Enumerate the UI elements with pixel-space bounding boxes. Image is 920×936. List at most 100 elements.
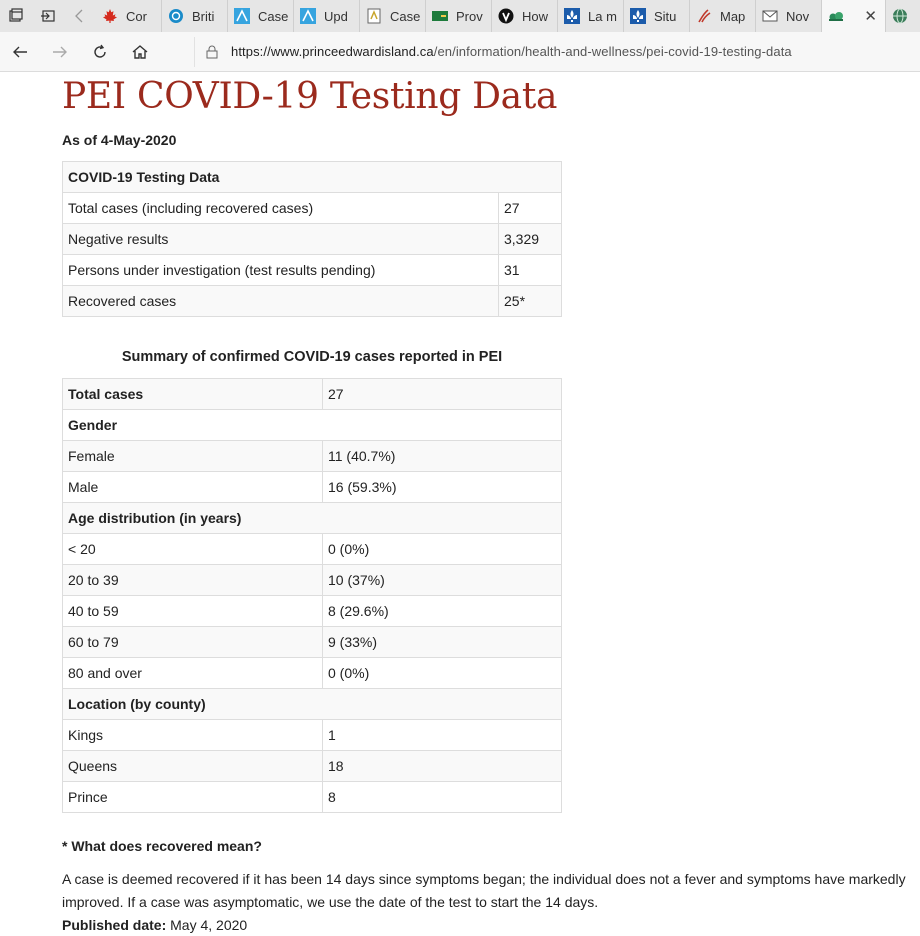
row-label: Negative results: [62, 223, 499, 255]
browser-tab[interactable]: Upd: [294, 0, 360, 32]
tab-label: Map: [720, 8, 746, 24]
scroll-tabs-left-button[interactable]: [64, 0, 96, 32]
row-value: 9 (33%): [322, 626, 562, 658]
tab-label: Case: [258, 8, 289, 24]
total-cases-label: Total cases: [62, 378, 323, 410]
table-row: Prince 8: [62, 781, 562, 813]
address-bar[interactable]: https://www.princeedwardisland.ca/en/inf…: [194, 36, 920, 67]
quebec-fleur-icon: [630, 8, 646, 24]
summary-caption: Summary of confirmed COVID-19 cases repo…: [121, 349, 503, 365]
row-value: 11 (40.7%): [322, 440, 562, 472]
recovered-answer: A case is deemed recovered if it has bee…: [62, 871, 906, 910]
document-icon: [366, 8, 382, 24]
chevron-left-icon: [75, 9, 83, 23]
tab-label: Cor: [126, 8, 147, 24]
set-tabs-aside-button[interactable]: [32, 0, 64, 32]
tab-manager-icon: [9, 8, 23, 22]
row-label: 60 to 79: [62, 626, 323, 658]
table-row: 20 to 39 10 (37%): [62, 564, 562, 596]
browser-tab[interactable]: Cor: [96, 0, 162, 32]
table-row: Negative results 3,329: [62, 223, 562, 255]
row-label: Female: [62, 440, 323, 472]
vpn-shield-icon: [498, 8, 514, 24]
quebec-fleur-icon: [564, 8, 580, 24]
row-label: Kings: [62, 719, 323, 751]
table-row: Female 11 (40.7%): [62, 440, 562, 472]
age-header: Age distribution (in years): [62, 502, 562, 534]
recovered-question: * What does recovered mean?: [62, 838, 262, 854]
row-label: Recovered cases: [62, 285, 499, 317]
arrow-right-icon: [53, 46, 67, 57]
section-header-row: Age distribution (in years): [62, 502, 562, 534]
row-label: 40 to 59: [62, 595, 323, 627]
tab-label: Situ: [654, 8, 677, 24]
browser-tab[interactable]: [886, 0, 916, 32]
arrow-left-icon: [13, 46, 27, 57]
row-label: Prince: [62, 781, 323, 813]
row-value: 25*: [498, 285, 562, 317]
summary-table: Total cases 27 Gender Female 11 (40.7%) …: [62, 378, 562, 813]
row-value: 0 (0%): [322, 657, 562, 689]
published-label: Published date:: [62, 917, 167, 933]
url-path: /en/information/health-and-wellness/pei-…: [433, 44, 792, 59]
tab-manager-button[interactable]: [0, 0, 32, 32]
alberta-icon: [300, 8, 316, 24]
row-label: Total cases (including recovered cases): [62, 192, 499, 224]
lock-icon: [206, 45, 218, 58]
table-row: Persons under investigation (test result…: [62, 254, 562, 286]
browser-tab[interactable]: Nov: [756, 0, 822, 32]
tab-label: La m: [588, 8, 617, 24]
table-row: Kings 1: [62, 719, 562, 751]
browser-tab[interactable]: Case: [360, 0, 426, 32]
close-tab-icon[interactable]: ✕: [864, 7, 877, 25]
row-value: 8 (29.6%): [322, 595, 562, 627]
browser-tab-active[interactable]: ✕: [822, 0, 886, 32]
table-row: Recovered cases 25*: [62, 285, 562, 317]
browser-tab[interactable]: Case: [228, 0, 294, 32]
alberta-icon: [234, 8, 250, 24]
published-date: Published date: May 4, 2020: [62, 914, 912, 936]
table-row: Total cases (including recovered cases) …: [62, 192, 562, 224]
row-value: 10 (37%): [322, 564, 562, 596]
browser-tab[interactable]: How: [492, 0, 558, 32]
url-text[interactable]: https://www.princeedwardisland.ca/en/inf…: [231, 44, 792, 59]
tab-label: Briti: [192, 8, 215, 24]
row-value: 8: [322, 781, 562, 813]
tab-label: Upd: [324, 8, 348, 24]
row-label: Queens: [62, 750, 323, 782]
envelope-icon: [762, 8, 778, 24]
page-title: PEI COVID-19 Testing Data: [62, 76, 558, 117]
browser-tab[interactable]: Prov: [426, 0, 492, 32]
navigation-bar: https://www.princeedwardisland.ca/en/inf…: [0, 32, 920, 72]
total-cases-value: 27: [322, 378, 562, 410]
table-row: 60 to 79 9 (33%): [62, 626, 562, 658]
back-button[interactable]: [0, 32, 40, 72]
canada-leaf-icon: [102, 8, 118, 24]
table-row: 80 and over 0 (0%): [62, 657, 562, 689]
set-aside-icon: [41, 10, 55, 22]
browser-tab[interactable]: Situ: [624, 0, 690, 32]
browser-tab[interactable]: Map: [690, 0, 756, 32]
location-header: Location (by county): [62, 688, 562, 720]
published-value: May 4, 2020: [170, 917, 248, 933]
home-icon: [132, 44, 148, 59]
row-value: 0 (0%): [322, 533, 562, 565]
refresh-button[interactable]: [80, 32, 120, 72]
row-value: 16 (59.3%): [322, 471, 562, 503]
gender-header: Gender: [62, 409, 562, 441]
row-value: 31: [498, 254, 562, 286]
tab-strip: Cor Briti Case Upd Case Prov How La m Si…: [0, 0, 920, 32]
refresh-icon: [94, 44, 106, 58]
browser-tab[interactable]: La m: [558, 0, 624, 32]
row-label: 80 and over: [62, 657, 323, 689]
browser-tab[interactable]: Briti: [162, 0, 228, 32]
row-label: < 20: [62, 533, 323, 565]
globe-icon: [892, 8, 908, 24]
table-row: < 20 0 (0%): [62, 533, 562, 565]
url-host: https://www.princeedwardisland.ca: [231, 44, 434, 59]
bc-government-icon: [168, 8, 184, 24]
section-header-row: Gender: [62, 409, 562, 441]
forward-button[interactable]: [40, 32, 80, 72]
table-row: Queens 18: [62, 750, 562, 782]
home-button[interactable]: [120, 32, 160, 72]
